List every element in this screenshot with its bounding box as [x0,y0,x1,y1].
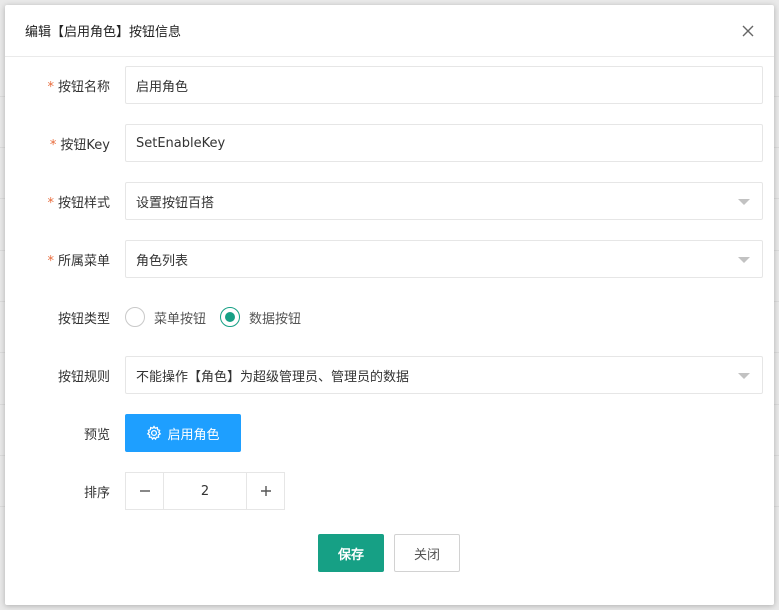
radio-circle [125,307,145,327]
dialog-footer: 保存 关闭 [318,534,460,572]
menu-select[interactable]: 角色列表 [125,240,763,278]
dropdown-arrow-icon [738,199,750,205]
gear-icon [146,425,162,441]
order-input[interactable]: 2 [164,473,246,509]
close-button[interactable]: 关闭 [394,534,460,572]
form-row-order: 排序 2 [5,472,774,510]
dialog-header: 编辑【启用角色】按钮信息 [5,5,774,57]
dropdown-arrow-icon [738,257,750,263]
required-mark: * [47,195,54,211]
preview-button[interactable]: 启用角色 [125,414,241,452]
order-stepper: 2 [125,472,285,510]
form-row-rule: 按钮规则 不能操作【角色】为超级管理员、管理员的数据 [5,356,774,394]
menu-label: * 所属菜单 [47,253,110,269]
dialog-title: 编辑【启用角色】按钮信息 [25,25,182,40]
form-row-style: * 按钮样式 设置按钮百搭 [5,182,774,220]
rule-label: 按钮规则 [57,369,110,385]
close-icon[interactable] [738,21,758,41]
minus-icon[interactable] [126,473,164,509]
form-row-key: * 按钮Key SetEnableKey [5,124,774,162]
key-label: * 按钮Key [49,137,110,153]
order-label: 排序 [83,485,110,501]
type-label: 按钮类型 [57,311,110,327]
required-mark: * [49,137,57,153]
required-mark: * [47,253,54,269]
dropdown-arrow-icon [738,373,750,379]
type-radio-group: 菜单按钮 数据按钮 [125,307,315,327]
name-label: * 按钮名称 [47,79,110,95]
preview-label: 预览 [83,427,110,443]
form-row-menu: * 所属菜单 角色列表 [5,240,774,278]
style-select[interactable]: 设置按钮百搭 [125,182,763,220]
name-input[interactable]: 启用角色 [125,66,763,104]
form-row-preview: 预览 启用角色 [5,414,774,452]
save-button[interactable]: 保存 [318,534,384,572]
style-label: * 按钮样式 [47,195,110,211]
rule-select[interactable]: 不能操作【角色】为超级管理员、管理员的数据 [125,356,763,394]
radio-data-button[interactable]: 数据按钮 [220,307,301,327]
required-mark: * [47,79,54,95]
key-input[interactable]: SetEnableKey [125,124,763,162]
form-row-name: * 按钮名称 启用角色 [5,66,774,104]
radio-menu-button[interactable]: 菜单按钮 [125,307,206,327]
form-row-type: 按钮类型 菜单按钮 数据按钮 [5,298,774,336]
radio-circle-checked [220,307,241,327]
edit-button-dialog: 编辑【启用角色】按钮信息 * 按钮名称 启用角色 * 按钮Key SetEnable… [5,5,774,605]
plus-icon[interactable] [246,473,284,509]
